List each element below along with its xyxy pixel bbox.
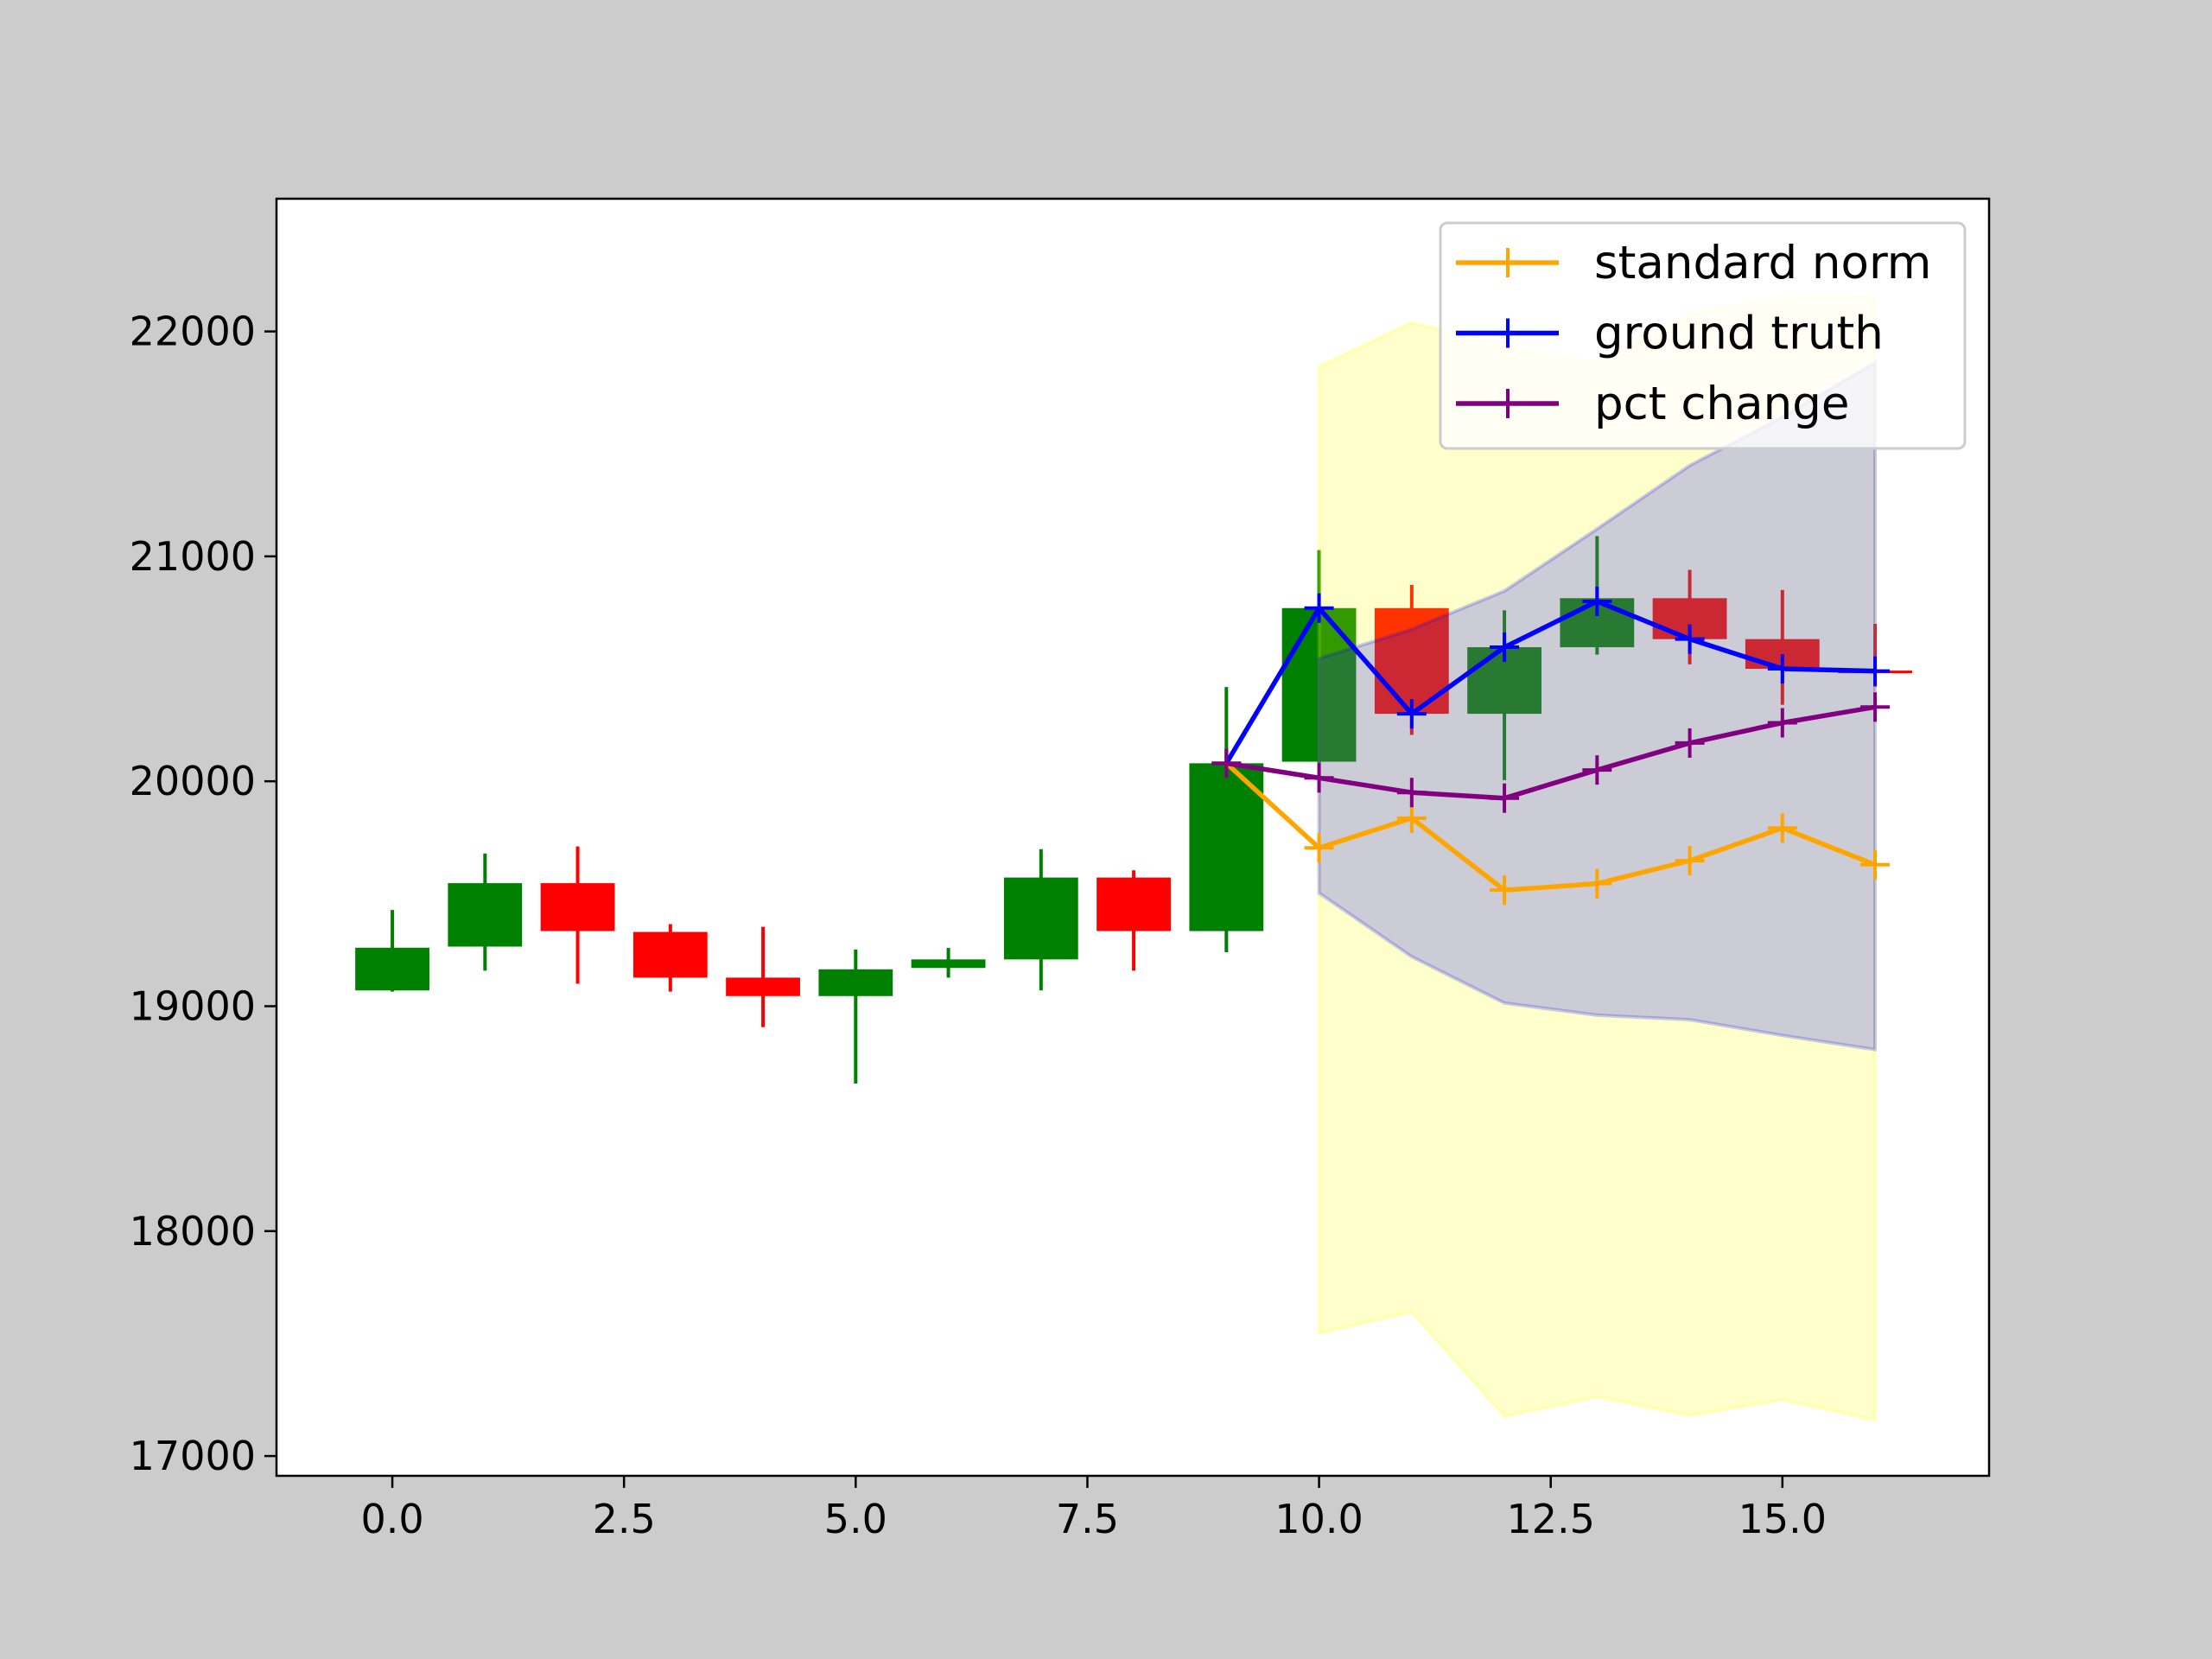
x-tick-label: 7.5 (1056, 1496, 1119, 1542)
candle-body (355, 947, 429, 991)
bands (1317, 294, 1878, 1422)
candle-body (540, 883, 615, 931)
candle-body (448, 883, 523, 947)
y-tick-label: 19000 (130, 982, 256, 1029)
y-tick-label: 18000 (130, 1208, 256, 1255)
candle-body (818, 969, 893, 996)
x-tick-label: 2.5 (593, 1496, 656, 1542)
legend-label: ground truth (1594, 308, 1884, 360)
x-tick-label: 5.0 (824, 1496, 887, 1542)
legend: standard norm ground truth pct change (1439, 221, 1967, 450)
candle-body (632, 931, 708, 978)
y-tick-label: 20000 (130, 758, 256, 804)
legend-label: pct change (1594, 378, 1849, 430)
x-tick-label: 15.0 (1738, 1496, 1827, 1542)
candle-body (726, 977, 800, 996)
candle-body (911, 959, 986, 969)
legend-label: standard norm (1594, 237, 1931, 289)
x-tick-label: 0.0 (360, 1496, 423, 1542)
x-tick-label: 12.5 (1506, 1496, 1594, 1542)
y-tick-label: 22000 (130, 308, 256, 355)
x-tick-label: 10.0 (1274, 1496, 1363, 1542)
candle-body (1003, 877, 1078, 960)
y-tick-label: 17000 (130, 1433, 256, 1479)
candle-body (1096, 877, 1171, 931)
candlestick-forecast-chart: 0.0 2.5 5.0 7.5 10.0 12.5 15.0 17000 18000 19000… (0, 0, 2212, 1659)
y-tick-label: 21000 (130, 533, 256, 580)
